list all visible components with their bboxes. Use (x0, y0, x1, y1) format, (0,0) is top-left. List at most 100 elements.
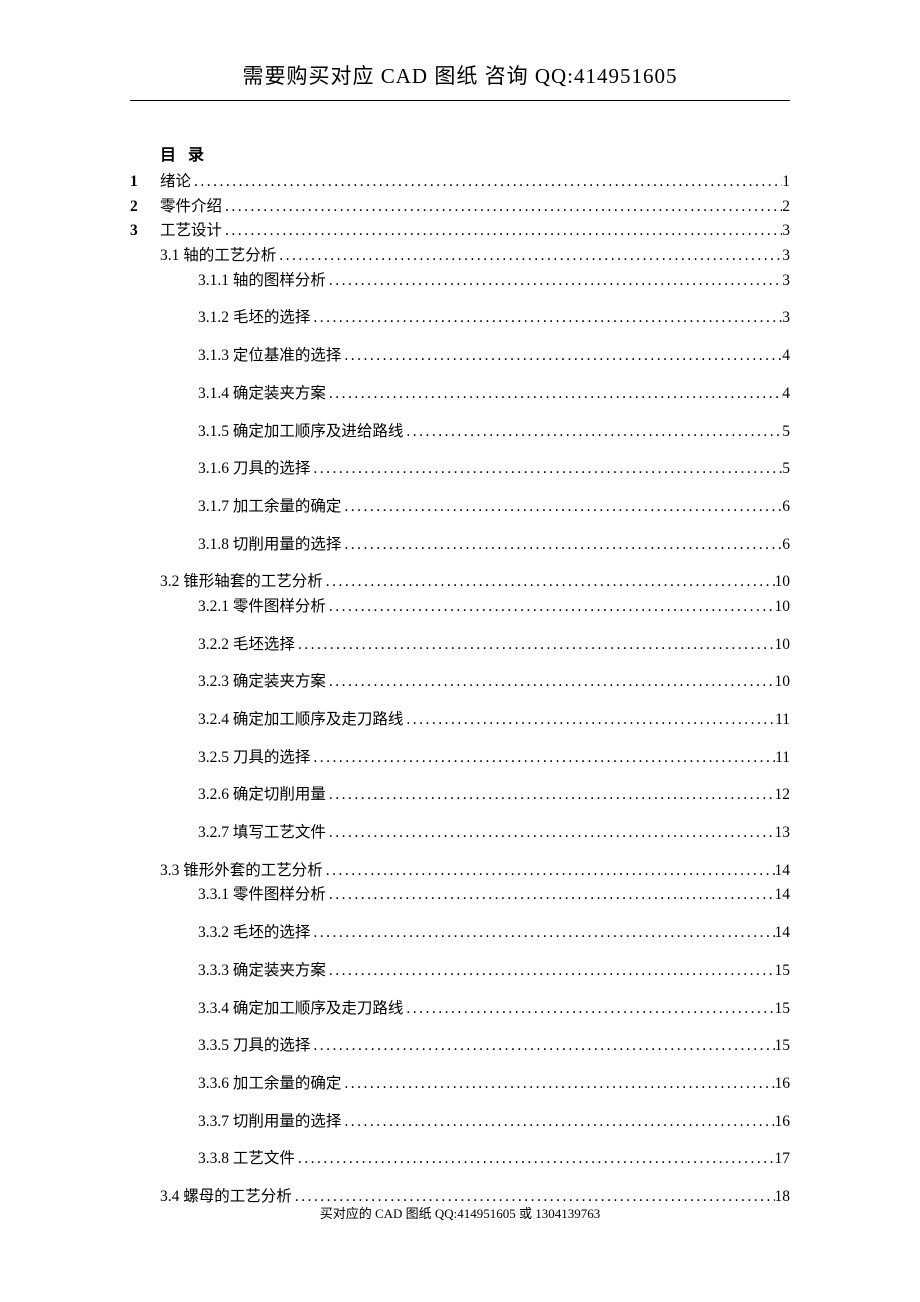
toc-entry: 3.3.5 刀具的选择 15 (130, 1035, 790, 1057)
toc-page-number: 5 (782, 421, 790, 443)
toc-entry: 3.2.4 确定加工顺序及走刀路线 11 (130, 709, 790, 731)
toc-entry: 3.2.7 填写工艺文件 13 (130, 822, 790, 844)
toc-entry: 3.1 轴的工艺分析 3 (130, 245, 790, 267)
toc-leader-dots (326, 270, 782, 292)
toc-entry-label: 零件介绍 (160, 196, 222, 218)
toc-entry: 3.2.3 确定装夹方案 10 (130, 671, 790, 693)
toc-entry-label: 3.1.7 加工余量的确定 (198, 496, 341, 518)
toc-title: 目 录 (160, 141, 790, 165)
toc-leader-dots (326, 822, 775, 844)
toc-page-number: 14 (775, 860, 791, 882)
toc-page-number: 3 (782, 220, 790, 242)
toc-leader-dots (326, 383, 782, 405)
toc-page-number: 16 (775, 1111, 791, 1133)
toc-page-number: 11 (775, 709, 790, 731)
toc-entry: 1绪论 1 (130, 171, 790, 193)
toc-page-number: 15 (775, 960, 791, 982)
toc-leader-dots (310, 747, 775, 769)
toc-page-number: 1 (782, 171, 790, 193)
toc-entry-label: 3.3.8 工艺文件 (198, 1148, 295, 1170)
toc-entry: 3.1.3 定位基准的选择 4 (130, 345, 790, 367)
toc-entry-label: 3.3.7 切削用量的选择 (198, 1111, 341, 1133)
toc-entry: 3.1.1 轴的图样分析 3 (130, 270, 790, 292)
toc-leader-dots (403, 421, 782, 443)
toc-entry: 3.3.1 零件图样分析 14 (130, 884, 790, 906)
toc-leader-dots (310, 458, 782, 480)
toc-page-number: 10 (775, 634, 791, 656)
document-page: 需要购买对应 CAD 图纸 咨询 QQ:414951605 目 录 1绪论 12… (0, 0, 920, 1251)
toc-leader-dots (341, 534, 782, 556)
toc-entry-label: 3.1 轴的工艺分析 (160, 245, 276, 267)
toc-page-number: 10 (775, 571, 791, 593)
toc-page-number: 15 (775, 1035, 791, 1057)
toc-leader-dots (403, 709, 775, 731)
toc-page-number: 3 (782, 270, 790, 292)
toc-entry: 3.3.4 确定加工顺序及走刀路线 15 (130, 998, 790, 1020)
toc-page-number: 15 (775, 998, 791, 1020)
toc-entry-label: 工艺设计 (160, 220, 222, 242)
toc-entry-label: 3.3.1 零件图样分析 (198, 884, 326, 906)
toc-entry: 3.3.2 毛坯的选择 14 (130, 922, 790, 944)
toc-entry: 3.1.4 确定装夹方案 4 (130, 383, 790, 405)
toc-page-number: 4 (782, 383, 790, 405)
toc-leader-dots (403, 998, 774, 1020)
toc-leader-dots (326, 596, 775, 618)
toc-entry: 3.3.6 加工余量的确定 16 (130, 1073, 790, 1095)
toc-page-number: 10 (775, 596, 791, 618)
toc-leader-dots (310, 307, 782, 329)
toc-entry-label: 3.1.1 轴的图样分析 (198, 270, 326, 292)
toc-entry-label: 3.2.5 刀具的选择 (198, 747, 310, 769)
toc-entry-label: 3.2.4 确定加工顺序及走刀路线 (198, 709, 403, 731)
toc-page-number: 14 (775, 884, 791, 906)
toc-leader-dots (222, 196, 782, 218)
toc-leader-dots (310, 922, 774, 944)
toc-leader-dots (323, 860, 775, 882)
toc-leader-dots (295, 1148, 775, 1170)
toc-entry: 3.2.6 确定切削用量 12 (130, 784, 790, 806)
toc-leader-dots (310, 1035, 774, 1057)
toc-entry: 3.2 锥形轴套的工艺分析 10 (130, 571, 790, 593)
toc-entry: 2零件介绍 2 (130, 196, 790, 218)
toc-entry-label: 3.1.6 刀具的选择 (198, 458, 310, 480)
toc-page-number: 6 (782, 496, 790, 518)
toc-page-number: 6 (782, 534, 790, 556)
toc-entry: 3.1.2 毛坯的选择 3 (130, 307, 790, 329)
toc-leader-dots (276, 245, 782, 267)
toc-entry: 3.3 锥形外套的工艺分析 14 (130, 860, 790, 882)
toc-entry-label: 3.3.5 刀具的选择 (198, 1035, 310, 1057)
toc-entry-label: 3.1.5 确定加工顺序及进给路线 (198, 421, 403, 443)
toc-entry: 3.2.5 刀具的选择 11 (130, 747, 790, 769)
toc-entry-label: 绪论 (160, 171, 191, 193)
toc-page-number: 5 (782, 458, 790, 480)
toc-entry-label: 3.2.1 零件图样分析 (198, 596, 326, 618)
toc-chapter-number: 1 (130, 171, 160, 193)
toc-entry-label: 3.2 锥形轴套的工艺分析 (160, 571, 323, 593)
toc-page-number: 3 (782, 307, 790, 329)
toc-leader-dots (222, 220, 782, 242)
toc-chapter-number: 3 (130, 220, 160, 242)
toc-entry-label: 3.3.2 毛坯的选择 (198, 922, 310, 944)
toc-entry: 3.3.8 工艺文件 17 (130, 1148, 790, 1170)
toc-page-number: 4 (782, 345, 790, 367)
table-of-contents: 1绪论 12零件介绍 23工艺设计 33.1 轴的工艺分析 33.1.1 轴的图… (130, 171, 790, 1208)
toc-entry: 3.1.5 确定加工顺序及进给路线 5 (130, 421, 790, 443)
toc-leader-dots (326, 960, 775, 982)
toc-entry: 3.3.7 切削用量的选择 16 (130, 1111, 790, 1133)
toc-page-number: 16 (775, 1073, 791, 1095)
toc-entry-label: 3.1.3 定位基准的选择 (198, 345, 341, 367)
toc-leader-dots (341, 345, 782, 367)
toc-page-number: 3 (782, 245, 790, 267)
toc-leader-dots (326, 884, 775, 906)
toc-entry-label: 3.2.6 确定切削用量 (198, 784, 326, 806)
toc-entry: 3.1.6 刀具的选择 5 (130, 458, 790, 480)
toc-entry-label: 3.2.7 填写工艺文件 (198, 822, 326, 844)
toc-page-number: 10 (775, 671, 791, 693)
toc-entry-label: 3.2.3 确定装夹方案 (198, 671, 326, 693)
page-footer: 买对应的 CAD 图纸 QQ:414951605 或 1304139763 (0, 1203, 920, 1222)
toc-leader-dots (341, 496, 782, 518)
toc-leader-dots (341, 1111, 774, 1133)
toc-entry-label: 3.1.4 确定装夹方案 (198, 383, 326, 405)
toc-page-number: 13 (775, 822, 791, 844)
toc-leader-dots (326, 671, 775, 693)
toc-entry-label: 3.3.6 加工余量的确定 (198, 1073, 341, 1095)
